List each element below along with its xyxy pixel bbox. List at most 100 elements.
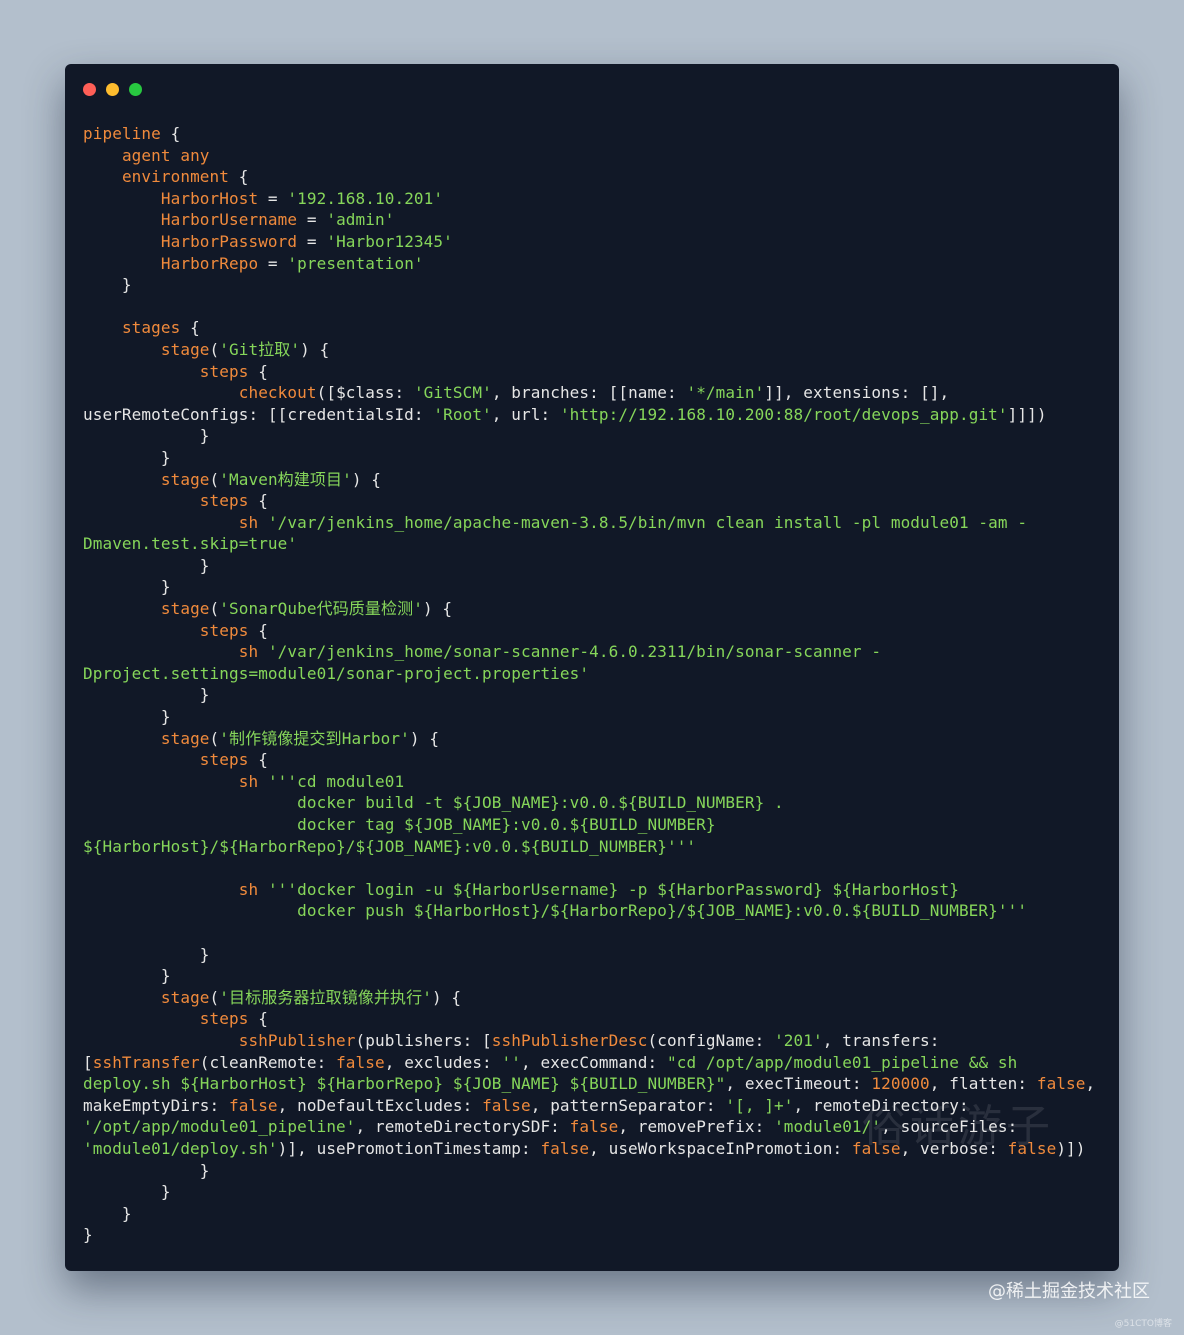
code-token: 'Maven构建项目': [219, 469, 352, 489]
code-token: =: [297, 210, 327, 230]
close-button[interactable]: [83, 83, 96, 96]
code-token: false: [540, 1138, 590, 1158]
code-token: (configName:: [647, 1030, 775, 1050]
code-line: checkout([$class: 'GitSCM', branches: [[…: [83, 382, 1095, 404]
code-line: stage('Git拉取') {: [83, 339, 1095, 361]
code-token: HarborRepo: [160, 253, 259, 273]
code-token: {: [248, 361, 268, 381]
code-token: ]]]): [1007, 404, 1047, 424]
minimize-button[interactable]: [106, 83, 119, 96]
code-line: steps {: [83, 490, 1095, 512]
code-token: =: [258, 188, 288, 208]
code-line: steps {: [83, 749, 1095, 771]
code-token: 'module01/deploy.sh': [83, 1138, 278, 1158]
code-token: HarborHost: [160, 188, 259, 208]
code-token: 'admin': [326, 210, 395, 230]
code-line: HarborUsername = 'admin': [83, 209, 1095, 231]
code-block: pipeline { agent any environment { Harbo…: [83, 123, 1095, 1246]
code-token: , url:: [491, 404, 560, 424]
code-line: stage('目标服务器拉取镜像并执行') {: [83, 987, 1095, 1009]
code-token: , remoteDirectorySDF:: [355, 1117, 570, 1137]
code-line: steps {: [83, 620, 1095, 642]
code-line: sshPublisher(publishers: [sshPublisherDe…: [83, 1030, 1095, 1052]
code-token: steps: [199, 620, 249, 640]
tiny-watermark: @51CTO博客: [1114, 1319, 1172, 1329]
code-token: makeEmptyDirs:: [83, 1095, 229, 1115]
code-line: docker tag ${JOB_NAME}:v0.0.${BUILD_NUMB…: [83, 814, 1095, 836]
code-line: Dproject.settings=module01/sonar-project…: [83, 663, 1095, 685]
code-token: '''docker login -u ${HarborUsername} -p …: [267, 879, 959, 899]
code-line: }: [83, 555, 1095, 577]
code-token: , noDefaultExcludes:: [277, 1095, 483, 1115]
code-token: 'GitSCM': [413, 383, 492, 403]
code-token: userRemoteConfigs: [[credentialsId:: [83, 404, 434, 424]
code-token: {: [248, 620, 268, 640]
code-token: '': [501, 1052, 521, 1072]
code-token: stages: [121, 318, 181, 338]
code-token: }: [83, 707, 171, 727]
code-token: steps: [199, 1009, 249, 1029]
code-token: sshPublisher: [238, 1030, 356, 1050]
code-token: '201': [774, 1030, 823, 1050]
code-token: false: [229, 1095, 278, 1115]
window-controls: [83, 83, 142, 96]
code-token: sh: [238, 642, 259, 662]
code-token: , branches: [[name:: [491, 383, 687, 403]
code-line: steps {: [83, 361, 1095, 383]
code-token: (publishers: [: [355, 1030, 492, 1050]
code-token: '[, ]+': [725, 1095, 794, 1115]
code-token: {: [248, 750, 268, 770]
code-line: stage('SonarQube代码质量检测') {: [83, 598, 1095, 620]
code-token: ) {: [300, 339, 330, 359]
code-token: ) {: [409, 728, 440, 748]
code-token: stage: [160, 728, 210, 748]
code-line: stages {: [83, 317, 1095, 339]
code-token: HarborUsername: [160, 210, 298, 230]
code-token: (: [209, 728, 220, 748]
code-token: sh: [238, 771, 259, 791]
code-token: ([$class:: [316, 383, 414, 403]
code-line: }: [83, 965, 1095, 987]
code-line: docker push ${HarborHost}/${HarborRepo}/…: [83, 900, 1095, 922]
code-line: }: [83, 576, 1095, 598]
code-line: pipeline {: [83, 123, 1095, 145]
maximize-button[interactable]: [129, 83, 142, 96]
code-line: }: [83, 447, 1095, 469]
code-line: }: [83, 706, 1095, 728]
code-token: =: [258, 253, 288, 273]
code-line: sh '/var/jenkins_home/apache-maven-3.8.5…: [83, 512, 1095, 534]
code-token: checkout: [238, 383, 317, 403]
code-line: ${HarborHost}/${HarborRepo}/${JOB_NAME}:…: [83, 836, 1095, 858]
code-token: false: [569, 1117, 619, 1137]
code-line: HarborHost = '192.168.10.201': [83, 188, 1095, 210]
code-line: }: [83, 944, 1095, 966]
code-line: docker build -t ${JOB_NAME}:v0.0.${BUILD…: [83, 792, 1095, 814]
code-token: [: [83, 1052, 93, 1072]
code-line: stage('制作镜像提交到Harbor') {: [83, 728, 1095, 750]
code-token: }: [83, 1225, 93, 1245]
code-token: docker push ${HarborHost}/${HarborRepo}/…: [83, 901, 1028, 921]
code-token: ) {: [351, 469, 382, 489]
code-line: }: [83, 274, 1095, 296]
code-token: environment: [121, 167, 229, 187]
code-token: (: [209, 339, 220, 359]
code-line: }: [83, 1160, 1095, 1182]
code-line: Dmaven.test.skip=true': [83, 533, 1095, 555]
code-line: HarborPassword = 'Harbor12345': [83, 231, 1095, 253]
code-token: ) {: [422, 599, 453, 619]
code-token: }: [83, 944, 210, 964]
code-token: {: [180, 318, 200, 338]
code-line: sh '''docker login -u ${HarborUsername} …: [83, 879, 1095, 901]
